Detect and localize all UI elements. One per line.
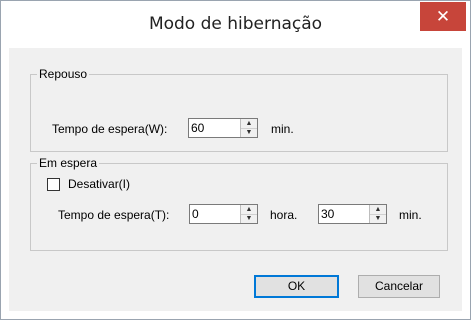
minutes-value[interactable]: 30: [321, 207, 334, 221]
repouso-wait-spinbox[interactable]: 60 ▲ ▼: [188, 118, 258, 138]
dialog-body: Repouso Tempo de espera(W): 60 ▲ ▼ min. …: [9, 48, 462, 311]
disable-checkbox-label[interactable]: Desativar(I): [68, 177, 130, 191]
repouso-wait-value[interactable]: 60: [191, 121, 204, 135]
hours-spin-buttons[interactable]: ▲ ▼: [240, 205, 257, 223]
minutes-spinbox[interactable]: 30 ▲ ▼: [318, 204, 387, 224]
em-espera-wait-label: Tempo de espera(T):: [58, 208, 170, 222]
spin-down-icon[interactable]: ▼: [241, 214, 257, 223]
spin-down-icon[interactable]: ▼: [370, 214, 386, 223]
disable-checkbox[interactable]: [47, 178, 60, 191]
repouso-wait-spin-buttons[interactable]: ▲ ▼: [240, 119, 257, 137]
dialog-title: Modo de hibernação: [148, 14, 323, 34]
repouso-group: Repouso Tempo de espera(W): 60 ▲ ▼ min.: [30, 67, 448, 152]
title-bar: Modo de hibernação ✕: [1, 1, 470, 47]
minutes-unit: min.: [399, 208, 422, 222]
hours-unit: hora.: [270, 208, 298, 222]
hours-value[interactable]: 0: [192, 207, 199, 221]
cancel-button[interactable]: Cancelar: [358, 275, 440, 298]
close-icon: ✕: [435, 7, 451, 26]
em-espera-group: Em espera Desativar(I) Tempo de espera(T…: [30, 156, 448, 251]
ok-button[interactable]: OK: [254, 275, 339, 298]
em-espera-group-legend: Em espera: [37, 156, 100, 170]
repouso-wait-unit: min.: [271, 122, 294, 136]
hibernation-dialog: Modo de hibernação ✕ Repouso Tempo de es…: [0, 0, 471, 320]
repouso-group-legend: Repouso: [37, 67, 90, 81]
hours-spinbox[interactable]: 0 ▲ ▼: [189, 204, 258, 224]
spin-down-icon[interactable]: ▼: [241, 128, 257, 137]
close-button[interactable]: ✕: [420, 2, 466, 31]
minutes-spin-buttons[interactable]: ▲ ▼: [369, 205, 386, 223]
repouso-wait-label: Tempo de espera(W):: [52, 122, 168, 136]
